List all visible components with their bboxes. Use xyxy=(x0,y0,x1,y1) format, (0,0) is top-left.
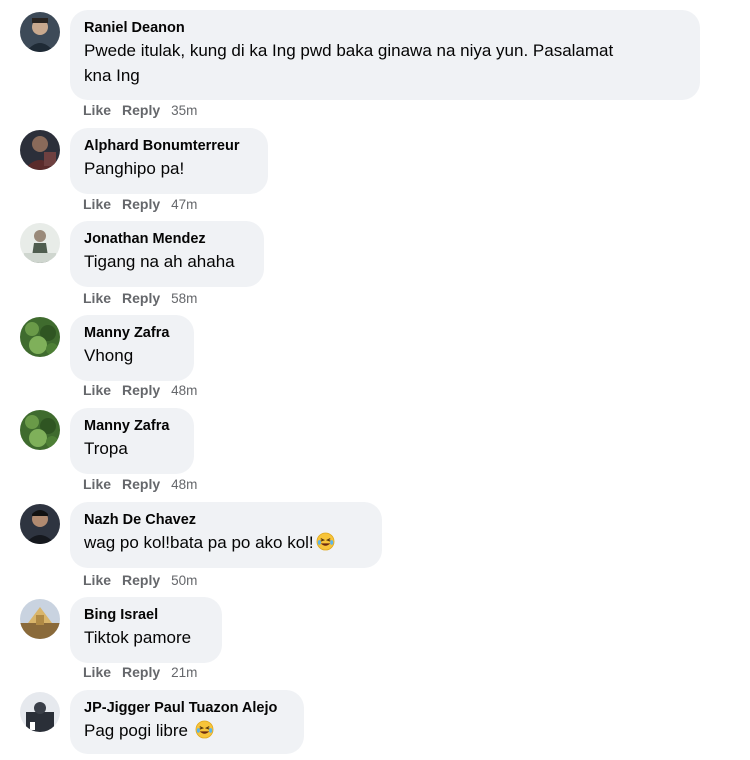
comment-text: wag po kol!bata pa po ako kol! xyxy=(84,533,314,552)
comment-text: Tiktok pamore xyxy=(84,628,192,647)
reply-button[interactable]: Reply xyxy=(122,196,160,212)
avatar[interactable] xyxy=(20,317,60,357)
like-button[interactable]: Like xyxy=(83,290,111,306)
comment-actions: Like Reply 48m xyxy=(83,381,197,400)
avatar[interactable] xyxy=(20,410,60,450)
comment-author[interactable]: Raniel Deanon xyxy=(84,18,686,38)
comment-bubble: Manny Zafra Tropa xyxy=(70,408,194,474)
laughing-tears-emoji-icon xyxy=(195,720,214,739)
comment-author[interactable]: Nazh De Chavez xyxy=(84,510,368,530)
comment-bubble: Manny Zafra Vhong xyxy=(70,315,194,381)
comment-text-line: Pag pogi libre xyxy=(84,718,290,743)
like-button[interactable]: Like xyxy=(83,382,111,398)
comment-author[interactable]: Manny Zafra xyxy=(84,416,180,436)
timestamp[interactable]: 58m xyxy=(171,291,197,306)
top-edge xyxy=(0,0,750,4)
comment-author[interactable]: Alphard Bonumterreur xyxy=(84,136,254,156)
timestamp[interactable]: 48m xyxy=(171,383,197,398)
reply-button[interactable]: Reply xyxy=(122,102,160,118)
comment-actions: Like Reply 58m xyxy=(83,289,197,308)
like-button[interactable]: Like xyxy=(83,196,111,212)
reply-button[interactable]: Reply xyxy=(122,382,160,398)
avatar[interactable] xyxy=(20,599,60,639)
comment-actions: Like Reply 47m xyxy=(83,195,197,214)
comment-text-line: wag po kol!bata pa po ako kol! xyxy=(84,530,368,555)
like-button[interactable]: Like xyxy=(83,476,111,492)
like-button[interactable]: Like xyxy=(83,102,111,118)
comment-author[interactable]: Manny Zafra xyxy=(84,323,180,343)
comment-actions: Like Reply 50m xyxy=(83,571,197,590)
reply-button[interactable]: Reply xyxy=(122,290,160,306)
comment-author[interactable]: Bing Israel xyxy=(84,605,208,625)
comment-text: Pwede itulak, kung di ka Ing pwd baka gi… xyxy=(84,41,614,60)
avatar[interactable] xyxy=(20,223,60,263)
reply-button[interactable]: Reply xyxy=(122,476,160,492)
timestamp[interactable]: 50m xyxy=(171,573,197,588)
comment-actions: Like Reply 35m xyxy=(83,101,197,120)
reply-button[interactable]: Reply xyxy=(122,572,160,588)
comment-text: Tigang na ah ahaha xyxy=(84,252,235,271)
avatar[interactable] xyxy=(20,130,60,170)
comment-text: Tropa xyxy=(84,439,128,458)
comment-bubble: Bing Israel Tiktok pamore xyxy=(70,597,222,663)
comment-bubble: Nazh De Chavez wag po kol!bata pa po ako… xyxy=(70,502,382,568)
comment-author[interactable]: Jonathan Mendez xyxy=(84,229,250,249)
comment-bubble: JP-Jigger Paul Tuazon Alejo Pag pogi lib… xyxy=(70,690,304,754)
avatar[interactable] xyxy=(20,504,60,544)
timestamp[interactable]: 48m xyxy=(171,477,197,492)
comment-author[interactable]: JP-Jigger Paul Tuazon Alejo xyxy=(84,698,290,718)
comment-text: Vhong xyxy=(84,346,134,365)
timestamp[interactable]: 47m xyxy=(171,197,197,212)
comment-bubble: Raniel Deanon Pwede itulak, kung di ka I… xyxy=(70,10,700,100)
laughing-tears-emoji-icon xyxy=(316,532,335,551)
comment-text: Pag pogi libre xyxy=(84,721,188,740)
timestamp[interactable]: 35m xyxy=(171,103,197,118)
reply-button[interactable]: Reply xyxy=(122,664,160,680)
like-button[interactable]: Like xyxy=(83,572,111,588)
comment-text: kna Ing xyxy=(84,66,140,85)
comment-actions: Like Reply 21m xyxy=(83,663,197,682)
comment-bubble: Alphard Bonumterreur Panghipo pa! xyxy=(70,128,268,194)
avatar[interactable] xyxy=(20,692,60,732)
avatar[interactable] xyxy=(20,12,60,52)
comment-actions: Like Reply 48m xyxy=(83,475,197,494)
timestamp[interactable]: 21m xyxy=(171,665,197,680)
comment-text: Panghipo pa! xyxy=(84,159,185,178)
comment-bubble: Jonathan Mendez Tigang na ah ahaha xyxy=(70,221,264,287)
like-button[interactable]: Like xyxy=(83,664,111,680)
